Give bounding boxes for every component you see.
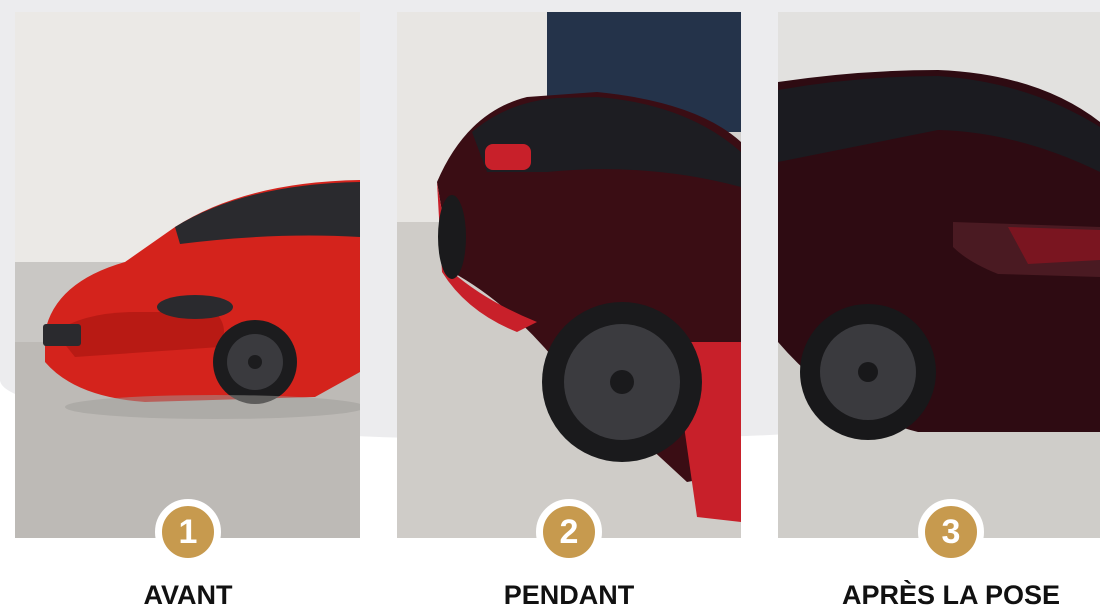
step-2-label: PENDANT <box>503 580 635 610</box>
after-photo <box>778 12 1100 538</box>
step-3-label: APRÈS LA POSE <box>841 580 1061 610</box>
before-photo <box>15 12 360 538</box>
step-number: 2 <box>559 512 579 551</box>
during-photo <box>397 12 741 538</box>
step-2-badge: 2 <box>536 499 602 565</box>
step-1-label: AVANT <box>143 580 233 610</box>
step-1-badge: 1 <box>155 499 221 565</box>
step-number: 1 <box>178 512 198 551</box>
step-number: 3 <box>941 512 961 551</box>
step-3-badge: 3 <box>918 499 984 565</box>
